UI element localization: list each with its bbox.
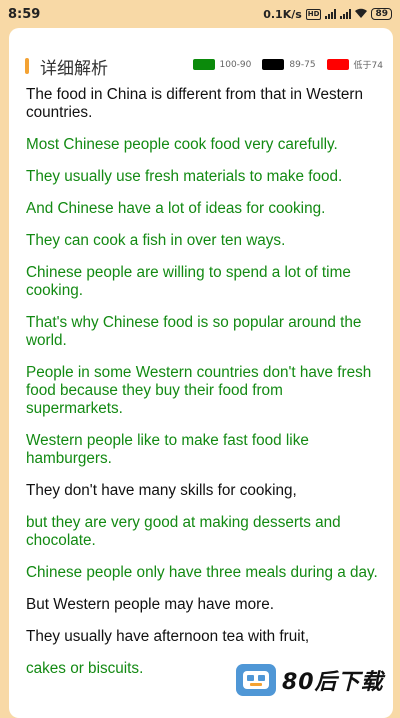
- legend-item: 低于74: [326, 58, 383, 71]
- legend-item: 89-75: [262, 59, 316, 70]
- sentence-item[interactable]: They usually use fresh materials to make…: [26, 168, 378, 186]
- sentence-item[interactable]: Chinese people are willing to spend a lo…: [26, 264, 378, 300]
- battery-icon: 89: [371, 8, 392, 20]
- sentence-item[interactable]: But Western people may have more.: [26, 596, 378, 614]
- legend-label: 89-75: [289, 59, 316, 70]
- sentence-item[interactable]: but they are very good at making dessert…: [26, 514, 378, 550]
- network-speed: 0.1K/s: [263, 7, 302, 21]
- status-time: 8:59: [8, 6, 41, 22]
- score-legend: 100-90 89-75 低于74: [182, 58, 383, 71]
- wifi-icon: [355, 8, 368, 21]
- sentence-item[interactable]: They usually have afternoon tea with fru…: [26, 628, 378, 646]
- card-header: 详细解析 100-90 89-75 低于74: [9, 28, 393, 80]
- sentence-item[interactable]: That's why Chinese food is so popular ar…: [26, 314, 378, 350]
- page-title: 详细解析: [40, 59, 108, 79]
- robot-logo-icon: [236, 664, 276, 696]
- legend-swatch: [192, 59, 215, 70]
- watermark: 80后下载: [236, 662, 398, 698]
- legend-item: 100-90: [192, 59, 252, 70]
- sentence-item[interactable]: The food in China is different from that…: [26, 86, 378, 122]
- sentence-item[interactable]: People in some Western countries don't h…: [26, 364, 378, 418]
- status-bar: 8:59 0.1K/s HD 89: [0, 0, 400, 28]
- signal-4g-icon: [325, 9, 337, 19]
- legend-label: 低于74: [353, 61, 383, 71]
- sentence-item[interactable]: Most Chinese people cook food very caref…: [26, 136, 378, 154]
- sentence-item[interactable]: Western people like to make fast food li…: [26, 432, 378, 468]
- legend-label: 100-90: [219, 59, 252, 70]
- legend-swatch: [262, 59, 285, 70]
- sentence-item[interactable]: Chinese people only have three meals dur…: [26, 564, 378, 582]
- signal-icon: [340, 9, 352, 19]
- sentence-list: The food in China is different from that…: [26, 86, 378, 692]
- sentence-item[interactable]: And Chinese have a lot of ideas for cook…: [26, 200, 378, 218]
- status-icons: 0.1K/s HD 89: [263, 8, 392, 21]
- hd-badge-icon: HD: [305, 8, 322, 20]
- watermark-text: 80后下载: [282, 670, 384, 695]
- analysis-card: 详细解析 100-90 89-75 低于74 The food in China i…: [9, 28, 393, 718]
- sentence-item[interactable]: They can cook a fish in over ten ways.: [26, 232, 378, 250]
- title-accent-bar: [25, 58, 29, 74]
- legend-swatch: [326, 59, 349, 70]
- sentence-item[interactable]: They don't have many skills for cooking,: [26, 482, 378, 500]
